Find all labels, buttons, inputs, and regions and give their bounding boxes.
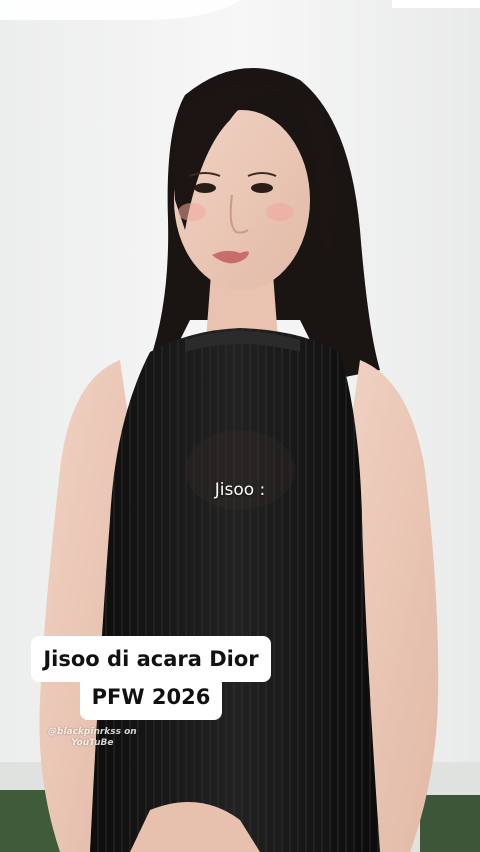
watermark: @blackpinrkss on YouTuBe: [48, 727, 137, 749]
watermark-line-2: YouTuBe: [71, 738, 114, 748]
speaker-label: Jisoo :: [214, 480, 266, 500]
video-frame: Jisoo : Jisoo di acara Dior PFW 2026 @bl…: [0, 0, 480, 852]
photo-woman-black-dress: [0, 0, 480, 852]
watermark-line-1: @blackpinrkss on: [48, 727, 137, 737]
caption-line-2: PFW 2026: [79, 676, 223, 720]
caption-box: Jisoo di acara Dior PFW 2026: [0, 636, 302, 720]
